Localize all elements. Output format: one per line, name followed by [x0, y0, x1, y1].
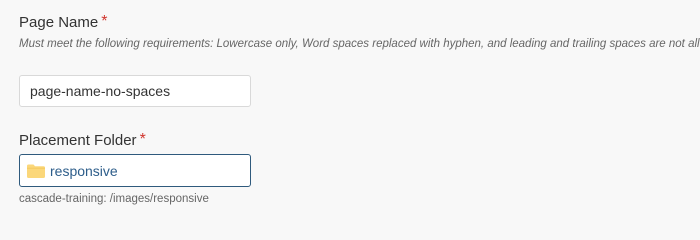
page-name-label-text: Page Name	[19, 13, 99, 31]
placement-folder-label: Placement Folder *	[19, 131, 146, 149]
page-name-label: Page Name *	[19, 13, 107, 31]
required-marker: *	[101, 13, 108, 30]
page-name-input[interactable]	[19, 75, 251, 107]
placement-folder-chooser[interactable]: responsive	[19, 154, 251, 187]
required-marker: *	[139, 131, 146, 148]
folder-path-text: cascade-training: /images/responsive	[19, 193, 209, 205]
page-name-helper-text: Must meet the following requirements: Lo…	[19, 38, 700, 50]
selected-folder-name: responsive	[50, 162, 118, 179]
folder-icon	[27, 164, 45, 178]
placement-folder-label-text: Placement Folder	[19, 131, 137, 149]
